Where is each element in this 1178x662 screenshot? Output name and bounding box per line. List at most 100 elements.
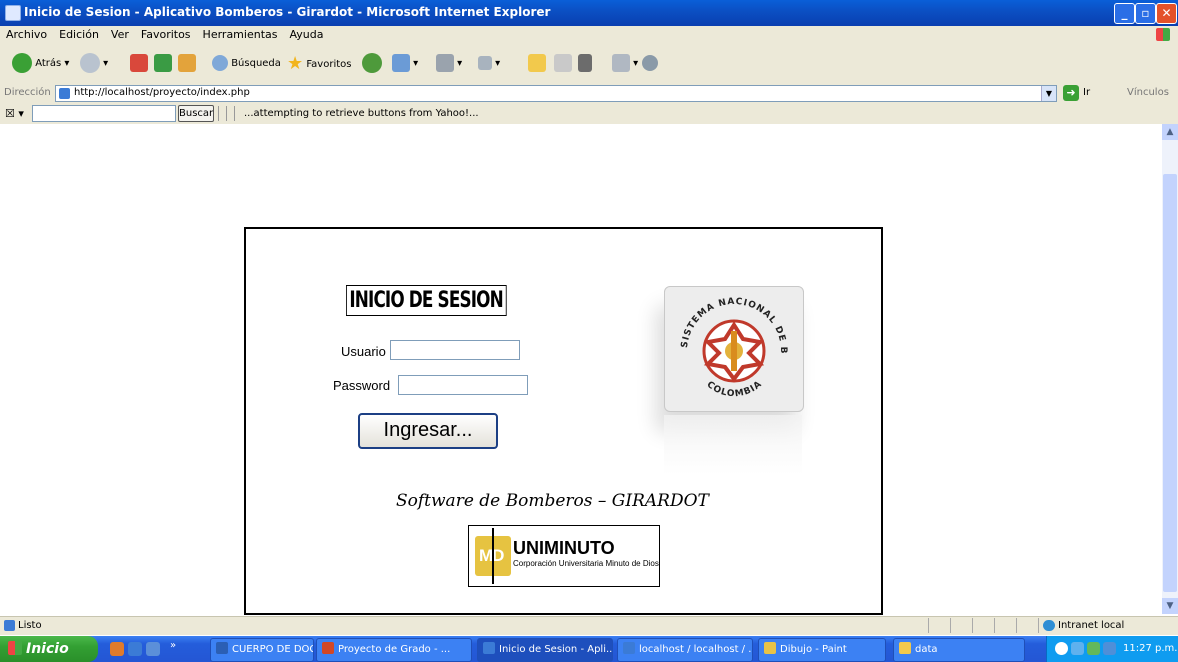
- window-title: Inicio de Sesion - Aplicativo Bomberos -…: [24, 5, 551, 19]
- clock: 11:27 p.m.: [1123, 643, 1178, 654]
- antivirus-icon[interactable]: [1103, 642, 1116, 655]
- network-icon[interactable]: [1071, 642, 1084, 655]
- research-button[interactable]: [578, 53, 592, 75]
- back-arrow-tray-icon[interactable]: [1055, 642, 1068, 655]
- status-bar: Listo Intranet local: [0, 616, 1178, 635]
- title-bar: Inicio de Sesion - Aplicativo Bomberos -…: [0, 0, 1178, 26]
- book-icon: [578, 54, 592, 72]
- status-text: Listo: [18, 620, 42, 631]
- go-icon[interactable]: ➜: [1063, 85, 1079, 101]
- tools-button[interactable]: ▾: [612, 53, 638, 75]
- yahoo-search-button[interactable]: Buscar: [178, 105, 214, 122]
- page-title: INICIO DE SESION: [346, 285, 507, 316]
- status-divider: [994, 618, 995, 633]
- taskbar-task[interactable]: data: [893, 638, 1025, 662]
- task-label: Proyecto de Grado - ...: [338, 644, 451, 655]
- task-app-icon: [899, 642, 911, 654]
- history-button[interactable]: [362, 53, 382, 75]
- taskbar-task[interactable]: Inicio de Sesion - Apli...: [477, 638, 613, 662]
- page-icon: [4, 620, 15, 631]
- start-label: Inicio: [26, 641, 69, 657]
- menu-herramientas[interactable]: Herramientas: [197, 26, 284, 43]
- task-app-icon: [483, 642, 495, 654]
- task-label: data: [915, 644, 938, 655]
- uniminuto-logo: MD UNIMINUTO Corporación Universitaria M…: [468, 525, 660, 587]
- stop-icon: [130, 54, 148, 72]
- firefox-icon[interactable]: [110, 642, 124, 656]
- bluetooth-button[interactable]: [642, 53, 658, 75]
- zone-text: Intranet local: [1058, 620, 1125, 631]
- separator: [234, 106, 235, 121]
- maximize-button[interactable]: ▫: [1135, 3, 1156, 24]
- refresh-button[interactable]: [154, 53, 172, 75]
- edit-button[interactable]: ▾: [478, 53, 500, 75]
- search-label: Búsqueda: [231, 58, 281, 69]
- address-input[interactable]: http://localhost/proyecto/index.php ▼: [55, 85, 1057, 102]
- folder-button[interactable]: [528, 53, 546, 75]
- task-label: Inicio de Sesion - Apli...: [499, 644, 613, 655]
- yahoo-toolbar: ☒ ▾ Buscar ...attempting to retrieve but…: [0, 103, 1178, 125]
- yahoo-search-input[interactable]: [32, 105, 176, 122]
- separator: [218, 106, 219, 121]
- ie-quicklaunch-icon[interactable]: [128, 642, 142, 656]
- username-input[interactable]: [390, 340, 520, 360]
- mail-icon: [392, 54, 410, 72]
- cross-icon: [492, 528, 494, 584]
- task-app-icon: [764, 642, 776, 654]
- edit-icon: [478, 56, 492, 70]
- messenger-button[interactable]: [554, 53, 572, 75]
- taskbar-task[interactable]: CUERPO DE DOCUME...: [210, 638, 314, 662]
- toolbar: Atrás ▾ ▾ Búsqueda ★ Favoritos ▾ ▾ ▾ ▾: [0, 44, 1178, 85]
- login-panel: INICIO DE SESION Usuario Password Ingres…: [244, 227, 883, 615]
- search-icon: [212, 55, 228, 71]
- password-label: Password: [333, 378, 391, 393]
- status-divider: [972, 618, 973, 633]
- volume-icon[interactable]: [1087, 642, 1100, 655]
- print-button[interactable]: ▾: [436, 53, 462, 75]
- menu-archivo[interactable]: Archivo: [0, 26, 53, 43]
- status-divider: [928, 618, 929, 633]
- url-text: http://localhost/proyecto/index.php: [74, 87, 250, 98]
- taskbar-task[interactable]: localhost / localhost / ...: [617, 638, 753, 662]
- go-label[interactable]: Ir: [1083, 87, 1090, 98]
- forward-button[interactable]: ▾: [80, 53, 108, 75]
- mail-button[interactable]: ▾: [392, 53, 418, 75]
- desktop-icon[interactable]: [146, 642, 160, 656]
- password-input[interactable]: [398, 375, 528, 395]
- links-label[interactable]: Vínculos: [1127, 87, 1169, 98]
- back-label: Atrás: [35, 58, 62, 69]
- home-button[interactable]: [178, 53, 196, 75]
- scroll-up-icon[interactable]: ▲: [1162, 124, 1178, 140]
- favorites-button[interactable]: ★ Favoritos: [287, 53, 351, 75]
- taskbar-task[interactable]: Proyecto de Grado - ...: [316, 638, 472, 662]
- folder-icon: [528, 54, 546, 72]
- close-toolbar-icon[interactable]: ☒ ▾: [5, 107, 24, 120]
- menu-ayuda[interactable]: Ayuda: [283, 26, 329, 43]
- scroll-down-icon[interactable]: ▼: [1162, 598, 1178, 614]
- task-app-icon: [623, 642, 635, 654]
- chevron-down-icon[interactable]: ▼: [1041, 86, 1056, 101]
- vertical-scrollbar[interactable]: ▲ ▼: [1162, 124, 1178, 614]
- back-button[interactable]: Atrás ▾: [12, 53, 69, 75]
- minimize-button[interactable]: _: [1114, 3, 1135, 24]
- menu-ver[interactable]: Ver: [105, 26, 135, 43]
- back-arrow-icon: [12, 53, 32, 73]
- separator: [226, 106, 227, 121]
- status-divider: [950, 618, 951, 633]
- taskbar-task[interactable]: Dibujo - Paint: [758, 638, 886, 662]
- bomberos-logo: SISTEMA NACIONAL DE BOMBEROS COLOMBIA: [660, 280, 804, 412]
- stop-button[interactable]: [130, 53, 148, 75]
- chevron-right-icon[interactable]: »: [170, 640, 176, 651]
- scroll-thumb[interactable]: [1163, 174, 1177, 592]
- system-tray: 11:27 p.m.: [1046, 636, 1178, 662]
- search-button[interactable]: Búsqueda: [212, 53, 281, 75]
- login-button[interactable]: Ingresar...: [358, 413, 498, 449]
- task-app-icon: [216, 642, 228, 654]
- menu-favoritos[interactable]: Favoritos: [135, 26, 197, 43]
- connect-icon: [642, 55, 658, 71]
- menu-edicion[interactable]: Edición: [53, 26, 105, 43]
- start-button[interactable]: Inicio: [0, 636, 98, 662]
- windows-logo-icon: [1156, 28, 1170, 41]
- fire-department-emblem-icon: SISTEMA NACIONAL DE BOMBEROS COLOMBIA: [660, 280, 787, 399]
- close-button[interactable]: ✕: [1156, 3, 1177, 24]
